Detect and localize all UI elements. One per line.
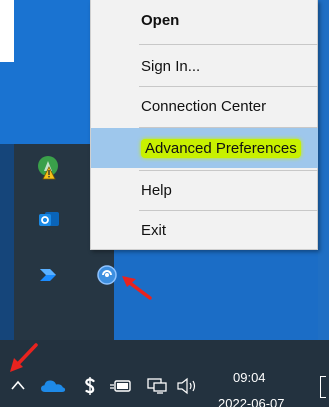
context-menu: Open Sign In... Connection Center Advanc… [90,0,318,250]
menu-item-label: Advanced Preferences [141,138,301,158]
taskbar: 09:04 2022-06-07 [0,340,329,407]
menu-separator [139,44,318,45]
power-automate-icon[interactable] [36,262,62,288]
desktop-background [0,144,14,340]
notification-edge[interactable] [320,376,326,398]
desktop-background [14,0,90,144]
menu-item-label: Exit [141,221,167,239]
clock-date[interactable]: 2022-06-07 [218,396,285,407]
menu-item-advanced-preferences[interactable]: Advanced Preferences [91,128,318,168]
menu-item-label: Open [141,11,180,29]
annotation-arrow-icon [10,343,38,372]
annotation-arrow-icon [122,276,152,300]
volume-icon[interactable] [176,377,198,395]
menu-item-open[interactable]: Open [91,0,318,40]
menu-item-exit[interactable]: Exit [91,210,318,250]
menu-item-sign-in[interactable]: Sign In... [91,46,318,86]
menu-item-label: Help [141,181,172,199]
desktop-background [0,62,14,144]
onedrive-icon[interactable] [40,378,66,394]
warning-badge-icon[interactable] [36,154,62,180]
menu-item-help[interactable]: Help [91,170,318,210]
desktop-background [318,0,329,340]
clock-time[interactable]: 09:04 [233,370,266,385]
outlook-icon[interactable] [36,206,62,232]
menu-item-label: Sign In... [141,57,201,75]
menu-item-label: Connection Center [141,97,267,115]
menu-item-connection-center[interactable]: Connection Center [91,86,318,126]
chevron-up-icon[interactable] [10,378,26,392]
dollar-icon[interactable] [82,376,98,396]
citrix-workspace-icon[interactable] [94,262,120,288]
network-icon[interactable] [146,377,168,395]
battery-icon[interactable] [110,378,132,394]
